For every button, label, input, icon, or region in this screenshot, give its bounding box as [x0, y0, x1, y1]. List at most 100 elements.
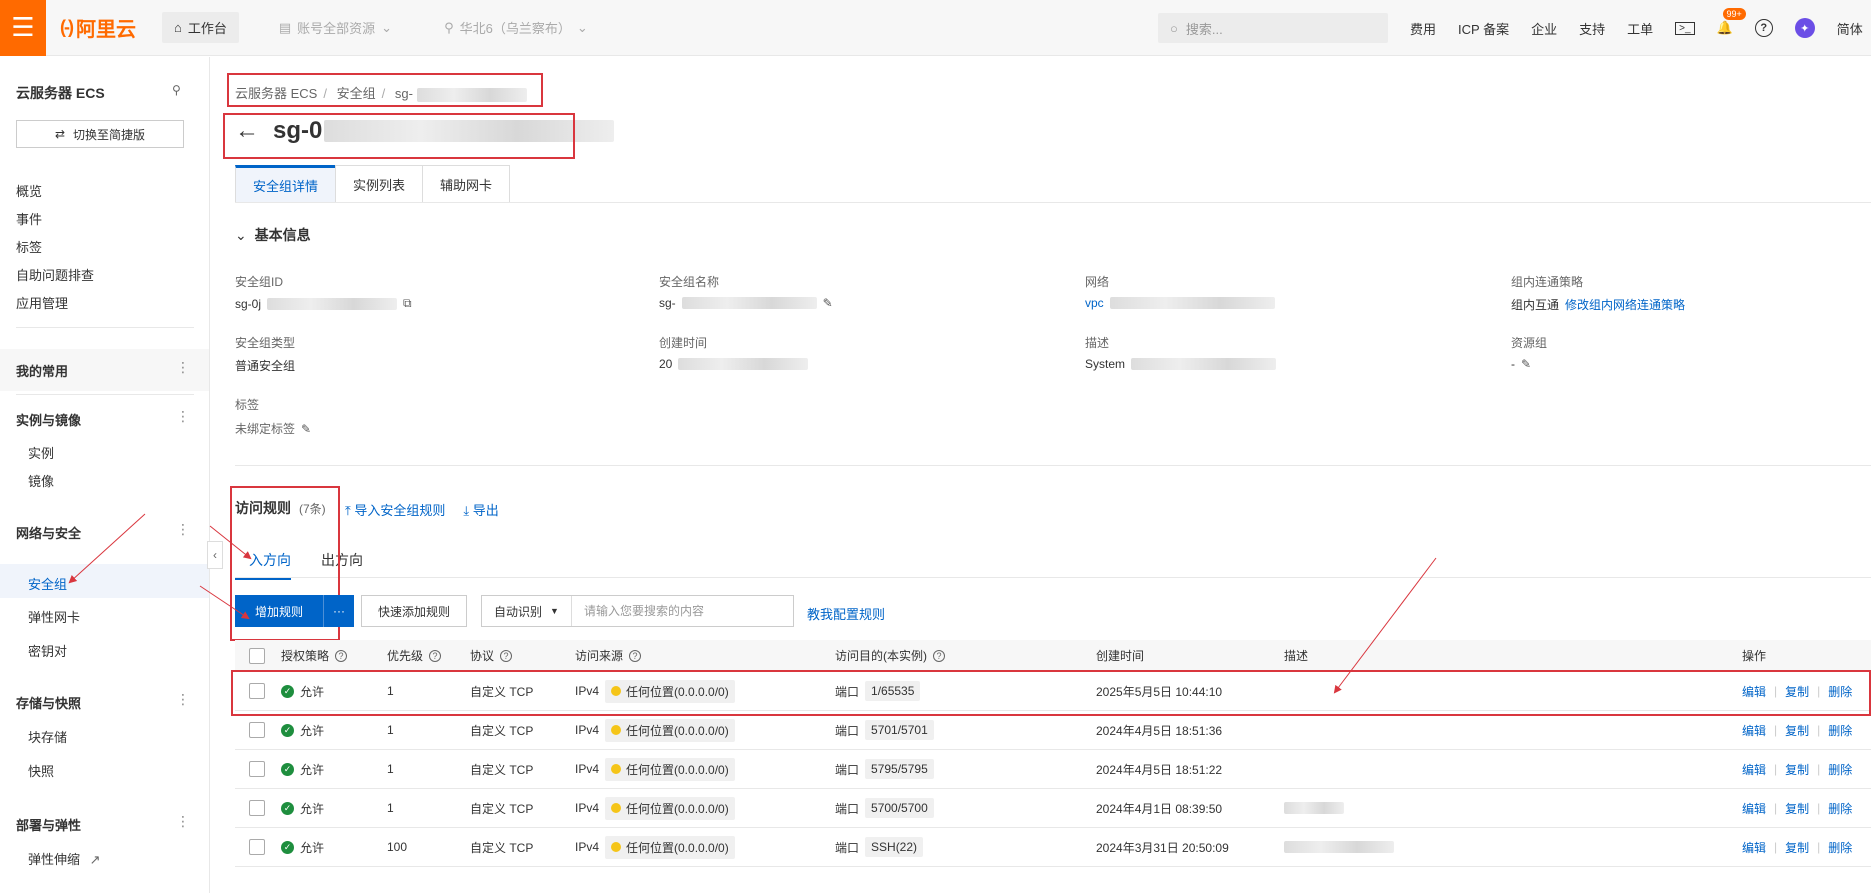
sidebar-item-overview[interactable]: 概览 — [16, 181, 42, 200]
sidebar-item-block-storage[interactable]: 块存储 — [28, 727, 67, 746]
more-icon[interactable]: ⋮ — [176, 521, 190, 538]
tab-security-group-details[interactable]: 安全组详情 — [235, 165, 337, 203]
sidebar-item-app-management[interactable]: 应用管理 — [16, 293, 68, 312]
top-link-ticket[interactable]: 工单 — [1627, 19, 1653, 38]
select-all-checkbox[interactable] — [249, 647, 265, 664]
help-icon[interactable]: ? — [335, 649, 348, 662]
rule-search-input[interactable] — [571, 604, 772, 618]
copy-rule-link[interactable]: 复制 — [1785, 839, 1809, 856]
annotation-box — [227, 73, 543, 107]
account-scope-dropdown[interactable]: ▤ 账号全部资源 ⌄ — [267, 12, 404, 43]
sidebar-item-images[interactable]: 镜像 — [28, 471, 54, 490]
avatar[interactable]: ✦ — [1794, 18, 1815, 38]
delete-rule-link[interactable]: 删除 — [1828, 722, 1852, 739]
vpc-link[interactable]: vpc — [1085, 296, 1104, 310]
top-link-enterprise[interactable]: 企业 — [1531, 19, 1557, 38]
switch-label: 切换至简捷版 — [73, 127, 146, 142]
more-icon[interactable]: ⋮ — [176, 408, 190, 425]
aliyun-logo[interactable]: (-) 阿里云 — [60, 13, 136, 42]
tab-secondary-eni[interactable]: 辅助网卡 — [422, 165, 511, 203]
edit-rule-link[interactable]: 编辑 — [1742, 800, 1766, 817]
sidebar-group-storage[interactable]: 存储与快照 — [16, 693, 81, 712]
copy-icon[interactable]: ⧉ — [403, 296, 412, 311]
more-actions-button[interactable]: ··· — [324, 595, 354, 627]
label-tags: 标签 — [235, 398, 260, 412]
more-icon[interactable]: ⋮ — [176, 691, 190, 708]
description-value — [1284, 802, 1742, 814]
top-link-billing[interactable]: 费用 — [1410, 19, 1436, 38]
warning-dot-icon — [611, 803, 622, 813]
add-rule-button[interactable]: 增加规则 — [235, 595, 325, 627]
sidebar-item-eni[interactable]: 弹性网卡 — [28, 607, 80, 626]
sidebar-group-deploy[interactable]: 部署与弹性 — [16, 815, 81, 834]
help-icon[interactable]: ? — [500, 649, 513, 662]
sidebar-item-autoscaling[interactable]: 弹性伸缩 ↗ — [28, 849, 101, 868]
source-tag: 任何位置(0.0.0.0/0) — [605, 757, 735, 781]
add-rule-button-group: 增加规则 ··· — [235, 595, 355, 627]
more-icon[interactable]: ⋮ — [176, 813, 190, 830]
edit-rule-link[interactable]: 编辑 — [1742, 839, 1766, 856]
export-label: 导出 — [472, 503, 499, 518]
help-icon[interactable]: ? — [429, 649, 442, 662]
terminal-icon[interactable]: >_ — [1675, 21, 1695, 35]
quick-add-rule-button[interactable]: 快速添加规则 — [361, 595, 468, 627]
row-checkbox[interactable] — [249, 800, 265, 816]
top-link-support[interactable]: 支持 — [1579, 19, 1605, 38]
redacted — [1131, 358, 1277, 370]
port-label: 端口 — [835, 840, 860, 855]
teach-config-rule-link[interactable]: 教我配置规则 — [807, 604, 885, 623]
notification-bell[interactable]: 🔔 99+ — [1717, 8, 1746, 36]
sidebar-item-snapshot[interactable]: 快照 — [28, 761, 54, 780]
sidebar-group-network[interactable]: 网络与安全 — [16, 523, 81, 542]
language-switch[interactable]: 简体 — [1837, 19, 1863, 38]
label-sg-type: 安全组类型 — [235, 336, 296, 350]
search-icon: ○ — [1170, 20, 1178, 36]
sidebar-item-instances[interactable]: 实例 — [28, 443, 54, 462]
edit-icon[interactable]: ✎ — [823, 296, 833, 310]
export-button[interactable]: ⤓ 导出 — [463, 500, 498, 519]
sidebar-group-favorites[interactable]: 我的常用 — [16, 361, 68, 380]
auto-detect-select[interactable]: 自动识别 ▼ — [482, 596, 572, 626]
redacted — [678, 358, 809, 370]
copy-rule-link[interactable]: 复制 — [1785, 761, 1809, 778]
row-checkbox[interactable] — [249, 761, 265, 777]
basic-info-title[interactable]: ⌄ 基本信息 — [235, 225, 311, 245]
sidebar-item-security-group[interactable]: 安全组 — [28, 574, 67, 593]
created-time-text: 20 — [659, 357, 673, 371]
tab-instance-list[interactable]: 实例列表 — [335, 165, 424, 203]
edit-rule-link[interactable]: 编辑 — [1742, 722, 1766, 739]
port-value: 5795/5795 — [865, 759, 934, 779]
delete-rule-link[interactable]: 删除 — [1828, 800, 1852, 817]
sidebar-item-troubleshoot[interactable]: 自助问题排查 — [16, 265, 94, 284]
copy-rule-link[interactable]: 复制 — [1785, 722, 1809, 739]
sidebar-group-instances[interactable]: 实例与镜像 — [16, 410, 81, 429]
edit-icon[interactable]: ✎ — [1521, 357, 1531, 371]
row-checkbox[interactable] — [249, 839, 265, 855]
switch-simple-version-button[interactable]: ⇄ 切换至简捷版 — [16, 120, 184, 148]
help-icon[interactable]: ? — [629, 649, 642, 662]
policy-value: 允许 — [300, 762, 325, 777]
import-rules-button[interactable]: ⤒ 导入安全组规则 — [345, 500, 445, 519]
search-icon[interactable]: ⚲ — [172, 83, 181, 97]
modify-intra-group-link[interactable]: 修改组内网络连通策略 — [1565, 296, 1685, 313]
global-search[interactable]: ○ 搜索... — [1158, 13, 1388, 43]
chevron-down-icon: ⌄ — [235, 227, 247, 243]
sidebar-item-tags[interactable]: 标签 — [16, 237, 42, 256]
top-link-icp[interactable]: ICP 备案 — [1458, 19, 1509, 38]
workbench-button[interactable]: ⌂ 工作台 — [161, 12, 239, 43]
more-icon[interactable]: ⋮ — [176, 359, 190, 376]
delete-rule-link[interactable]: 删除 — [1828, 839, 1852, 856]
copy-rule-link[interactable]: 复制 — [1785, 800, 1809, 817]
sidebar-item-events[interactable]: 事件 — [16, 209, 42, 228]
row-checkbox[interactable] — [249, 722, 265, 738]
delete-rule-link[interactable]: 删除 — [1828, 761, 1852, 778]
help-icon[interactable]: ? — [1754, 19, 1773, 37]
sidebar-item-keypair[interactable]: 密钥对 — [28, 641, 67, 660]
edit-rule-link[interactable]: 编辑 — [1742, 761, 1766, 778]
redacted — [1284, 802, 1344, 814]
edit-icon[interactable]: ✎ — [301, 422, 311, 436]
top-navbar: ☰ (-) 阿里云 ⌂ 工作台 ▤ 账号全部资源 ⌄ ⚲ 华北6（乌兰察布） ⌄… — [0, 0, 1871, 56]
menu-icon[interactable]: ☰ — [0, 0, 46, 56]
help-icon[interactable]: ? — [933, 649, 945, 662]
region-dropdown[interactable]: ⚲ 华北6（乌兰察布） ⌄ — [432, 12, 600, 43]
